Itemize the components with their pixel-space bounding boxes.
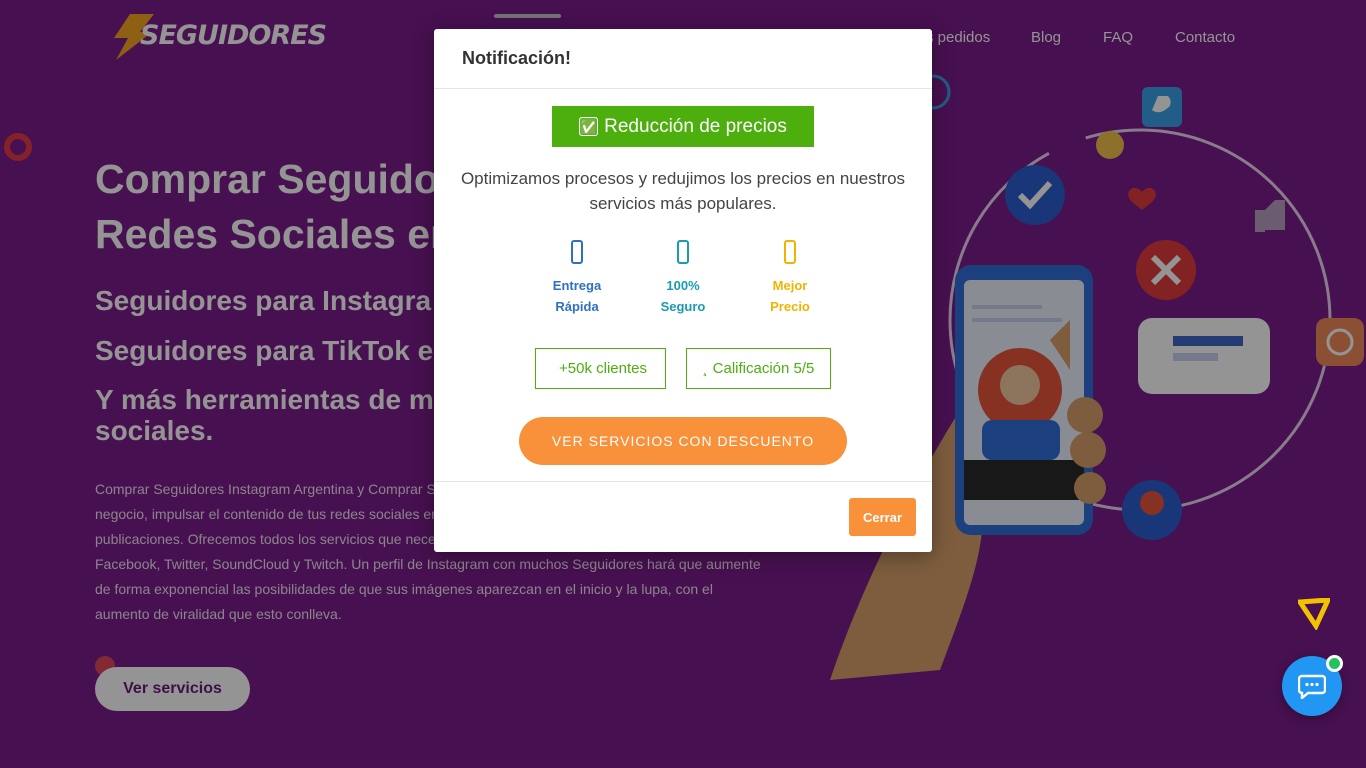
clients-stat-button[interactable]: +50k clientes: [535, 348, 666, 389]
feature-line1: Mejor: [772, 278, 808, 293]
feature-best-price: Mejor Precio: [745, 239, 835, 317]
price-reduction-badge: ✅ Reducción de precios: [552, 106, 814, 147]
tag-icon: [745, 239, 835, 269]
stat-label: +50k clientes: [559, 360, 647, 377]
feature-line1: 100%: [666, 278, 700, 293]
check-mark-icon: ✅: [579, 117, 599, 136]
rocket-icon: [532, 239, 622, 269]
stat-label: Calificación 5/5: [712, 360, 815, 377]
rating-stat-button[interactable]: ¸ Calificación 5/5: [686, 348, 831, 389]
online-status-dot: [1326, 655, 1343, 672]
feature-line2: Rápida: [555, 299, 599, 314]
feature-fast-delivery: Entrega Rápida: [532, 239, 622, 317]
modal-footer: Cerrar: [434, 481, 932, 552]
feature-line2: Seguro: [660, 299, 706, 314]
discount-services-button[interactable]: VER SERVICIOS CON DESCUENTO: [519, 417, 847, 465]
chat-bubble-icon: [1298, 674, 1326, 699]
notification-modal: Notificación! ✅ Reducción de precios Opt…: [434, 29, 932, 552]
decorative-triangle: [1298, 598, 1330, 630]
shield-icon: [638, 239, 728, 269]
feature-secure: 100% Seguro: [638, 239, 728, 317]
modal-title: Notificación!: [450, 48, 571, 69]
feature-line1: Entrega: [552, 278, 602, 293]
modal-header: Notificación!: [434, 29, 932, 89]
modal-title-text: Notificación!: [462, 48, 572, 68]
star-icon: ¸: [702, 360, 708, 377]
cerrar-button[interactable]: Cerrar: [849, 498, 916, 536]
badge-label: Reducción de precios: [604, 115, 787, 137]
feature-line2: Precio: [770, 299, 810, 314]
promo-description: Optimizamos procesos y redujimos los pre…: [460, 169, 906, 213]
